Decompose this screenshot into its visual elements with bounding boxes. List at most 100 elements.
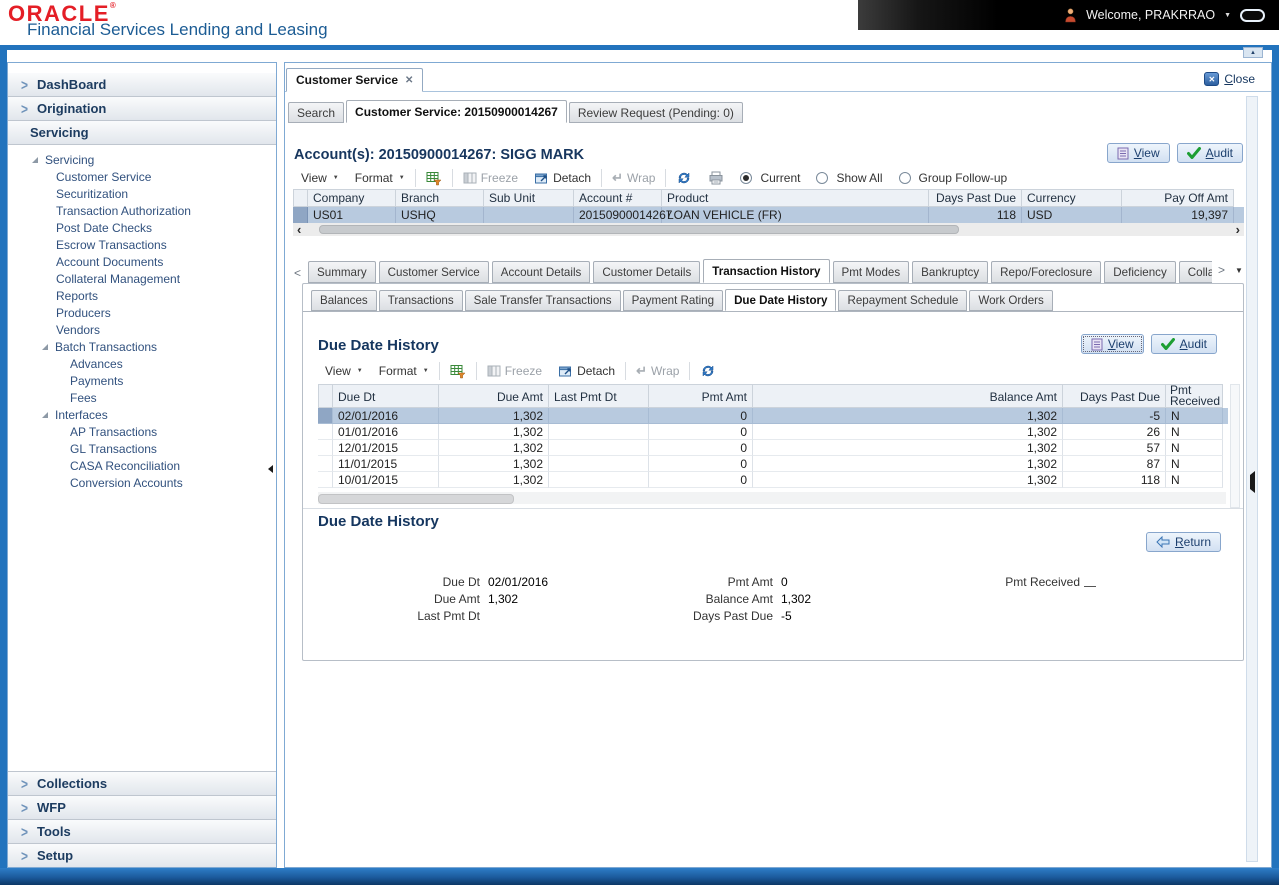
tree-node-account-documents[interactable]: Account Documents <box>8 253 276 270</box>
tree-node-fees[interactable]: Fees <box>8 389 276 406</box>
welcome-caret-icon[interactable]: ▼ <box>1224 12 1231 19</box>
due-table-hscrollbar[interactable] <box>318 492 1226 504</box>
tab-scroll-right[interactable]: > <box>1214 263 1229 280</box>
sidebar-item-origination[interactable]: > Origination <box>8 97 276 121</box>
tab-list-dropdown-icon[interactable]: ▼ <box>1235 266 1243 275</box>
tree-node-vendors[interactable]: Vendors <box>8 321 276 338</box>
scroll-right-icon[interactable]: › <box>1232 225 1244 235</box>
wrap-button[interactable]: ↵ Wrap <box>628 363 687 379</box>
tree-node-conversion-accounts[interactable]: Conversion Accounts <box>8 474 276 491</box>
detach-button[interactable]: Detach <box>526 171 599 185</box>
due-table-row[interactable]: 12/01/2015 1,302 0 1,302 57 N <box>318 440 1228 456</box>
radio-group-follow-up[interactable]: Group Follow-up <box>891 171 1016 185</box>
column-header-due-dt[interactable]: Due Dt <box>333 384 439 408</box>
account-table-row[interactable]: US01 USHQ 20150900014267 LOAN VEHICLE (F… <box>293 207 1244 223</box>
tab-payment-rating[interactable]: Payment Rating <box>623 290 724 311</box>
tree-node-payments[interactable]: Payments <box>8 372 276 389</box>
detach-button[interactable]: Detach <box>550 364 623 378</box>
tree-node-advances[interactable]: Advances <box>8 355 276 372</box>
collapse-up-button[interactable]: ▲ <box>1243 47 1263 58</box>
hscroll-thumb[interactable] <box>318 494 514 504</box>
tree-node-securitization[interactable]: Securitization <box>8 185 276 202</box>
tree-node-batch-transactions[interactable]: Batch Transactions <box>8 338 276 355</box>
column-header-days-past-due[interactable]: Days Past Due <box>929 189 1022 207</box>
sidebar-collapse-handle[interactable] <box>268 460 276 478</box>
column-header-branch[interactable]: Branch <box>396 189 484 207</box>
toolbar-view-menu[interactable]: View▼ <box>317 364 371 378</box>
refresh-button[interactable] <box>692 363 724 379</box>
tree-node-transaction-authorization[interactable]: Transaction Authorization <box>8 202 276 219</box>
tab-collateral[interactable]: Collateral <box>1179 261 1212 283</box>
column-header-sub-unit[interactable]: Sub Unit <box>484 189 574 207</box>
refresh-button[interactable] <box>668 170 700 186</box>
tab-transactions[interactable]: Transactions <box>379 290 463 311</box>
tab-work-orders[interactable]: Work Orders <box>969 290 1053 311</box>
column-header-product[interactable]: Product <box>662 189 929 207</box>
tab-repo-foreclosure[interactable]: Repo/Foreclosure <box>991 261 1101 283</box>
sidebar-item-dashboard[interactable]: > DashBoard <box>8 73 276 97</box>
tab-summary[interactable]: Summary <box>308 261 376 283</box>
hscroll-thumb[interactable] <box>319 225 959 234</box>
due-table-vscrollbar[interactable] <box>1230 384 1240 508</box>
freeze-button[interactable]: Freeze <box>455 171 526 185</box>
close-button[interactable]: ✕ Close <box>1204 72 1255 86</box>
tab-review-request[interactable]: Review Request (Pending: 0) <box>569 102 743 123</box>
sidebar-item-tools[interactable]: > Tools <box>8 819 276 843</box>
freeze-button[interactable]: Freeze <box>479 364 550 378</box>
export-to-excel-button[interactable] <box>442 364 474 379</box>
sidebar-item-servicing[interactable]: Servicing <box>8 121 276 145</box>
column-header-due-amt[interactable]: Due Amt <box>439 384 549 408</box>
tab-account-details[interactable]: Account Details <box>492 261 591 283</box>
logout-power-icon[interactable] <box>1240 9 1265 22</box>
column-header-company[interactable]: Company <box>308 189 396 207</box>
toolbar-format-menu[interactable]: Format▼ <box>347 171 413 185</box>
tab-due-date-history[interactable]: Due Date History <box>725 289 836 311</box>
sidebar-item-wfp[interactable]: > WFP <box>8 795 276 819</box>
doc-tab-customer-service[interactable]: Customer Service ✕ <box>286 68 423 92</box>
due-table-row[interactable]: 10/01/2015 1,302 0 1,302 118 N <box>318 472 1228 488</box>
tree-node-escrow-transactions[interactable]: Escrow Transactions <box>8 236 276 253</box>
tab-pmt-modes[interactable]: Pmt Modes <box>833 261 910 283</box>
tree-node-casa-reconciliation[interactable]: CASA Reconciliation <box>8 457 276 474</box>
tree-node-reports[interactable]: Reports <box>8 287 276 304</box>
column-header-pay-off-amt[interactable]: Pay Off Amt <box>1122 189 1234 207</box>
due-table-row[interactable]: 11/01/2015 1,302 0 1,302 87 N <box>318 456 1228 472</box>
radio-current[interactable]: Current <box>732 171 808 185</box>
tree-node-ap-transactions[interactable]: AP Transactions <box>8 423 276 440</box>
column-header-balance-amt[interactable]: Balance Amt <box>753 384 1063 408</box>
toolbar-format-menu[interactable]: Format▼ <box>371 364 437 378</box>
welcome-user-menu[interactable]: Welcome, PRAKRRAO <box>1086 8 1215 22</box>
column-header-account[interactable]: Account # <box>574 189 662 207</box>
panel-collapse-handle[interactable] <box>1250 475 1255 489</box>
scroll-left-icon[interactable]: ‹ <box>293 225 305 235</box>
sidebar-item-setup[interactable]: > Setup <box>8 843 276 867</box>
tab-sale-transfer-transactions[interactable]: Sale Transfer Transactions <box>465 290 621 311</box>
due-table-row[interactable]: 02/01/2016 1,302 0 1,302 -5 N <box>318 408 1228 424</box>
account-table-hscrollbar[interactable]: ‹ › <box>293 223 1244 236</box>
tab-bankruptcy[interactable]: Bankruptcy <box>912 261 988 283</box>
tab-customer-details[interactable]: Customer Details <box>593 261 700 283</box>
audit-button[interactable]: Audit <box>1177 143 1243 163</box>
export-to-excel-button[interactable] <box>418 171 450 186</box>
print-button[interactable] <box>700 171 732 185</box>
tab-deficiency[interactable]: Deficiency <box>1104 261 1175 283</box>
tree-node-producers[interactable]: Producers <box>8 304 276 321</box>
return-button[interactable]: Return <box>1146 532 1221 552</box>
tree-node-interfaces[interactable]: Interfaces <box>8 406 276 423</box>
tree-node-gl-transactions[interactable]: GL Transactions <box>8 440 276 457</box>
column-header-pmt-amt[interactable]: Pmt Amt <box>649 384 753 408</box>
tab-scroll-left[interactable]: < <box>290 266 305 283</box>
tree-node-servicing[interactable]: Servicing <box>8 151 276 168</box>
column-header-currency[interactable]: Currency <box>1022 189 1122 207</box>
due-table-row[interactable]: 01/01/2016 1,302 0 1,302 26 N <box>318 424 1228 440</box>
sidebar-item-collections[interactable]: > Collections <box>8 771 276 795</box>
tab-repayment-schedule[interactable]: Repayment Schedule <box>838 290 967 311</box>
tree-node-collateral-management[interactable]: Collateral Management <box>8 270 276 287</box>
tab-customer-service[interactable]: Customer Service <box>379 261 489 283</box>
tree-node-post-date-checks[interactable]: Post Date Checks <box>8 219 276 236</box>
wrap-button[interactable]: ↵ Wrap <box>604 170 663 186</box>
audit-button[interactable]: Audit <box>1151 334 1217 354</box>
tab-search[interactable]: Search <box>288 102 344 123</box>
column-header-pmt-received[interactable]: Pmt Received <box>1166 384 1223 408</box>
column-header-last-pmt-dt[interactable]: Last Pmt Dt <box>549 384 649 408</box>
